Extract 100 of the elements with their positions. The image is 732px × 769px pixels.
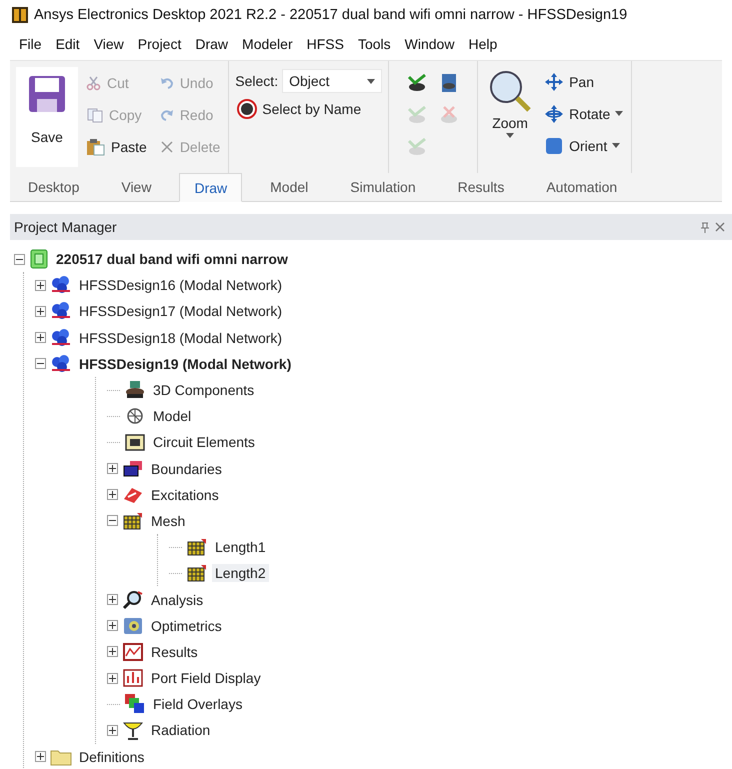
plus-icon: [109, 622, 116, 630]
expand-toggle[interactable]: [107, 724, 118, 736]
expand-toggle[interactable]: [35, 306, 46, 317]
plus-icon: [37, 308, 44, 315]
tree-item[interactable]: Excitations: [148, 486, 222, 504]
expand-toggle[interactable]: [107, 489, 118, 500]
plus-icon: [109, 674, 116, 682]
magnifier-icon: [122, 590, 144, 610]
overlays-icon: [124, 693, 146, 716]
paste-button[interactable]: Paste: [84, 131, 149, 163]
plus-icon: [37, 282, 44, 289]
plus-icon: [109, 465, 116, 472]
orient-button[interactable]: Orient: [542, 131, 626, 160]
ribbon-tab[interactable]: Model: [256, 173, 322, 201]
mesh-icon: [122, 510, 144, 531]
menu-item[interactable]: Tools: [350, 34, 398, 54]
components-icon: [124, 380, 146, 400]
ribbon-tab[interactable]: View: [107, 173, 166, 201]
tree-item[interactable]: Mesh: [148, 512, 188, 530]
tree-item[interactable]: Results: [148, 642, 201, 661]
menu-item[interactable]: View: [86, 34, 131, 54]
cubes-icon: [50, 354, 72, 374]
select-by-name-button[interactable]: Select by Name: [235, 99, 382, 119]
tree-item[interactable]: Definitions: [76, 748, 148, 766]
undo-icon: [158, 75, 175, 91]
circuit-icon: [124, 432, 146, 452]
ribbon-tab[interactable]: Results: [444, 173, 518, 201]
tree-item[interactable]: Field Overlays: [150, 695, 246, 714]
tree-item[interactable]: Length1: [212, 538, 269, 556]
tree-item[interactable]: Boundaries: [148, 460, 225, 478]
tree-item[interactable]: Model: [150, 407, 194, 426]
redo-icon: [158, 107, 175, 123]
expand-toggle[interactable]: [35, 751, 46, 762]
ribbon-tab[interactable]: Desktop: [14, 173, 94, 201]
s-circle-icon: [237, 99, 258, 119]
menu-item[interactable]: File: [12, 34, 49, 54]
port-field-icon: [122, 668, 144, 688]
plus-icon: [109, 648, 116, 656]
select-dropdown[interactable]: Object: [282, 69, 382, 93]
collapse-toggle[interactable]: [35, 358, 46, 370]
menu-item[interactable]: Draw: [188, 34, 236, 54]
tree-item[interactable]: HFSSDesign19 (Modal Network): [76, 354, 294, 373]
mesh-icon: [186, 563, 208, 584]
clipboard-icon: [86, 138, 106, 156]
cubes-icon: [50, 301, 72, 322]
ribbon-tab[interactable]: Draw: [179, 173, 242, 202]
close-icon: [715, 222, 725, 232]
tree-item[interactable]: 3D Components: [150, 381, 258, 400]
expand-toggle[interactable]: [107, 672, 118, 684]
tree-item[interactable]: HFSSDesign16 (Modal Network): [76, 276, 286, 294]
app-logo-icon: [12, 7, 28, 23]
tree-item[interactable]: Port Field Display: [148, 669, 264, 688]
tree-item[interactable]: HFSSDesign18 (Modal Network): [76, 328, 286, 347]
menu-item[interactable]: Modeler: [235, 34, 300, 54]
folder-icon: [50, 748, 72, 766]
pan-button[interactable]: Pan: [542, 67, 626, 96]
menu-item[interactable]: Window: [398, 34, 462, 54]
collapse-toggle[interactable]: [14, 254, 25, 265]
menu-item[interactable]: Project: [130, 34, 188, 54]
expand-toggle[interactable]: [107, 463, 118, 474]
x-icon: [158, 139, 175, 155]
collapse-toggle[interactable]: [107, 515, 118, 526]
expand-toggle[interactable]: [35, 332, 46, 344]
expand-toggle[interactable]: [35, 280, 46, 291]
rotate-arrows-icon: [544, 104, 564, 124]
tree-item[interactable]: HFSSDesign17 (Modal Network): [76, 302, 286, 320]
tree-item[interactable]: Radiation: [148, 721, 214, 740]
ribbon-tab[interactable]: Automation: [532, 173, 632, 201]
select-label: Select:: [235, 73, 278, 89]
scissors-icon: [86, 75, 102, 91]
cube-icon: [544, 136, 564, 156]
zoom-button[interactable]: Zoom: [484, 67, 536, 167]
magnifier-icon: [488, 69, 532, 113]
plus-icon: [37, 334, 44, 342]
save-button[interactable]: Save: [16, 67, 78, 167]
eye-object-icon: [406, 105, 428, 125]
expand-toggle[interactable]: [107, 594, 118, 606]
tree-item[interactable]: Length2: [212, 564, 269, 582]
tree-item[interactable]: Circuit Elements: [150, 433, 258, 452]
caret-icon: [367, 78, 376, 84]
optimetrics-icon: [122, 616, 144, 636]
pane-title: Project Manager: [14, 219, 118, 235]
ribbon-tab[interactable]: Simulation: [336, 173, 430, 201]
expand-toggle[interactable]: [107, 620, 118, 632]
four-arrows-icon: [544, 72, 564, 92]
expand-toggle[interactable]: [107, 646, 118, 658]
eye-object-icon: [406, 137, 428, 157]
caret-icon: [506, 133, 514, 138]
tree-item[interactable]: Optimetrics: [148, 616, 225, 635]
rotate-button[interactable]: Rotate: [542, 99, 626, 128]
mesh-icon: [186, 537, 208, 558]
project-icon: [29, 249, 49, 270]
menu-item[interactable]: HFSS: [300, 34, 351, 54]
menu-item[interactable]: Help: [461, 34, 504, 54]
plus-icon: [109, 596, 116, 604]
tree-item[interactable]: 220517 dual band wifi omni narrow: [53, 250, 291, 268]
menu-item[interactable]: Edit: [48, 34, 87, 54]
pin-button[interactable]: [698, 222, 712, 232]
tree-item[interactable]: Analysis: [148, 590, 206, 609]
plus-icon: [109, 726, 116, 734]
